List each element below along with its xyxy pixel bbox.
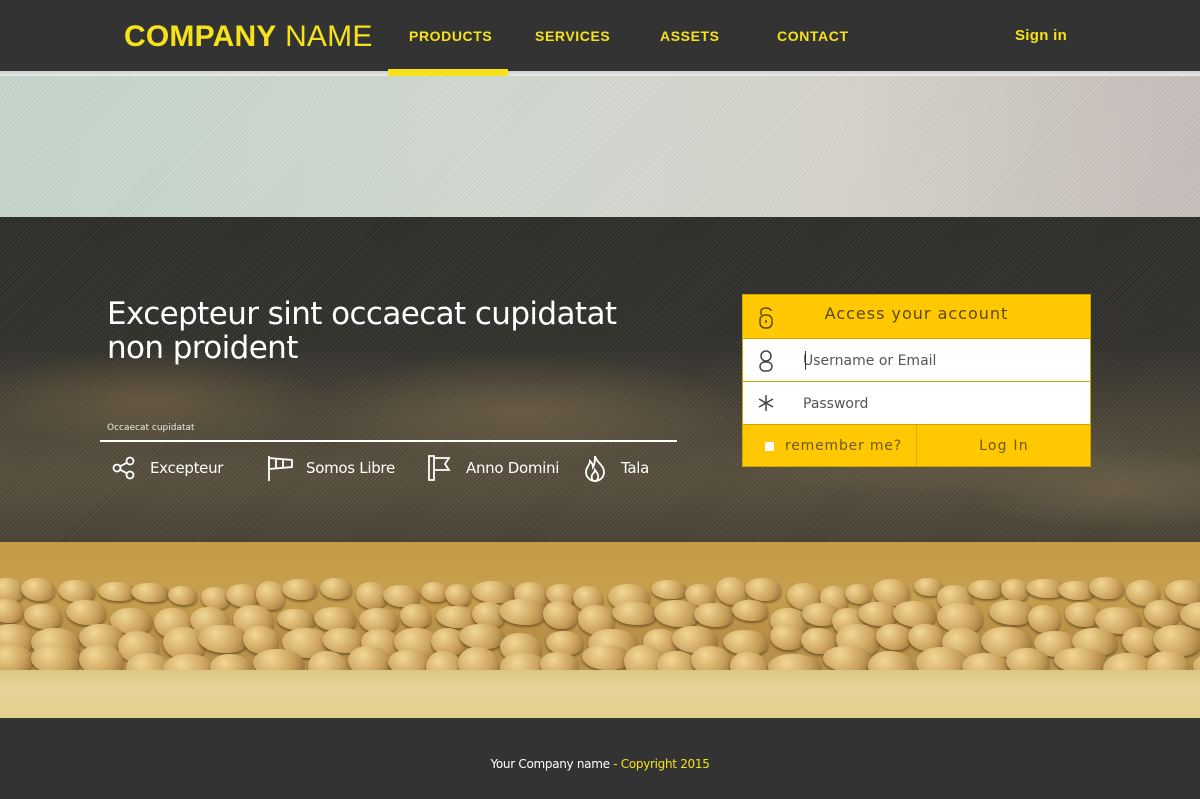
asterisk-icon bbox=[755, 392, 777, 416]
rock bbox=[319, 577, 353, 600]
footer-company: Your Company name bbox=[490, 757, 610, 771]
rock bbox=[0, 645, 34, 674]
nav-assets[interactable]: ASSETS bbox=[660, 26, 720, 46]
feature-tala[interactable]: Tala bbox=[581, 452, 649, 484]
login-actions: remember me? Log In bbox=[743, 424, 1090, 467]
rock bbox=[844, 584, 872, 604]
rock bbox=[693, 603, 733, 627]
rock bbox=[1121, 627, 1158, 656]
username-row bbox=[743, 338, 1090, 381]
login-button[interactable]: Log In bbox=[918, 425, 1090, 467]
nav-services[interactable]: SERVICES bbox=[535, 26, 610, 46]
share-icon bbox=[110, 454, 138, 482]
hero-divider bbox=[100, 440, 677, 442]
hero-title: Excepteur sint occaecat cupidatat non pr… bbox=[107, 296, 617, 366]
logo-bold-text: COMPANY bbox=[124, 20, 277, 53]
rocks-image bbox=[0, 542, 1200, 718]
rock bbox=[168, 586, 198, 606]
rock bbox=[131, 582, 170, 603]
rock bbox=[281, 578, 318, 601]
rock bbox=[611, 602, 657, 626]
rock bbox=[1089, 577, 1125, 600]
user-icon bbox=[755, 349, 777, 373]
rock bbox=[458, 623, 504, 649]
feature-label: Anno Domini bbox=[466, 459, 560, 477]
rock bbox=[198, 625, 249, 653]
rock bbox=[58, 579, 96, 603]
rock bbox=[276, 608, 315, 631]
remember-me-toggle[interactable]: remember me? bbox=[743, 425, 917, 467]
rock bbox=[823, 646, 872, 672]
rock bbox=[23, 604, 62, 630]
rock bbox=[1143, 600, 1179, 628]
rock bbox=[989, 599, 1034, 625]
feature-excepteur[interactable]: Excepteur bbox=[110, 452, 223, 484]
page-footer: Your Company name - Copyright 2015 bbox=[0, 718, 1200, 799]
nav-products[interactable]: PRODUCTS bbox=[409, 26, 492, 46]
rock bbox=[582, 645, 630, 671]
rock bbox=[543, 601, 577, 629]
feature-anno-domini[interactable]: Anno Domini bbox=[426, 452, 559, 484]
rock bbox=[201, 586, 230, 610]
feature-label: Excepteur bbox=[150, 459, 224, 477]
hero-caption: Occaecat cupidatat bbox=[107, 423, 195, 433]
footer-copyright: Your Company name - Copyright 2015 bbox=[0, 755, 1200, 773]
text-caret bbox=[805, 351, 806, 370]
rock bbox=[0, 599, 24, 624]
rock bbox=[1027, 604, 1061, 634]
rock bbox=[967, 579, 1003, 599]
rock bbox=[400, 603, 432, 629]
rock bbox=[1001, 579, 1029, 602]
logo-light-text: NAME bbox=[285, 20, 373, 53]
footer-copyright-text: - Copyright 2015 bbox=[613, 757, 710, 771]
feature-somos-libre[interactable]: Somos Libre bbox=[266, 452, 395, 484]
nav-active-indicator bbox=[388, 69, 508, 76]
windsock-icon bbox=[266, 454, 294, 482]
password-row bbox=[743, 381, 1090, 424]
flame-icon bbox=[581, 454, 609, 482]
remember-label: remember me? bbox=[785, 438, 902, 454]
rock bbox=[1164, 579, 1200, 605]
rock bbox=[444, 583, 472, 607]
nav-contact[interactable]: CONTACT bbox=[777, 26, 849, 46]
rock bbox=[651, 580, 688, 599]
rock bbox=[356, 581, 387, 609]
login-panel: Access your account remember me? Log In bbox=[742, 294, 1091, 467]
rock bbox=[66, 600, 106, 626]
rock bbox=[225, 583, 260, 608]
rock bbox=[731, 599, 768, 621]
sign-in-link[interactable]: Sign in bbox=[1015, 26, 1067, 46]
hero-sky-band bbox=[0, 76, 1200, 217]
remember-checkbox[interactable] bbox=[765, 442, 774, 451]
login-title: Access your account bbox=[824, 304, 1009, 323]
feature-label: Tala bbox=[621, 459, 650, 477]
rock bbox=[769, 624, 805, 651]
feature-label: Somos Libre bbox=[306, 459, 395, 477]
company-logo[interactable]: COMPANY NAME bbox=[124, 18, 373, 56]
rock bbox=[858, 602, 898, 627]
rock bbox=[97, 581, 136, 601]
rock bbox=[744, 577, 782, 601]
rock bbox=[875, 624, 912, 650]
rock bbox=[498, 599, 547, 626]
sand-ground bbox=[0, 670, 1200, 718]
rock bbox=[1064, 602, 1100, 627]
top-header: COMPANY NAME PRODUCTS SERVICES ASSETS CO… bbox=[0, 0, 1200, 71]
username-input[interactable] bbox=[803, 347, 1083, 374]
flag-icon bbox=[426, 454, 454, 482]
login-header: Access your account bbox=[743, 295, 1090, 338]
password-input[interactable] bbox=[803, 390, 1083, 417]
rock bbox=[20, 577, 55, 602]
